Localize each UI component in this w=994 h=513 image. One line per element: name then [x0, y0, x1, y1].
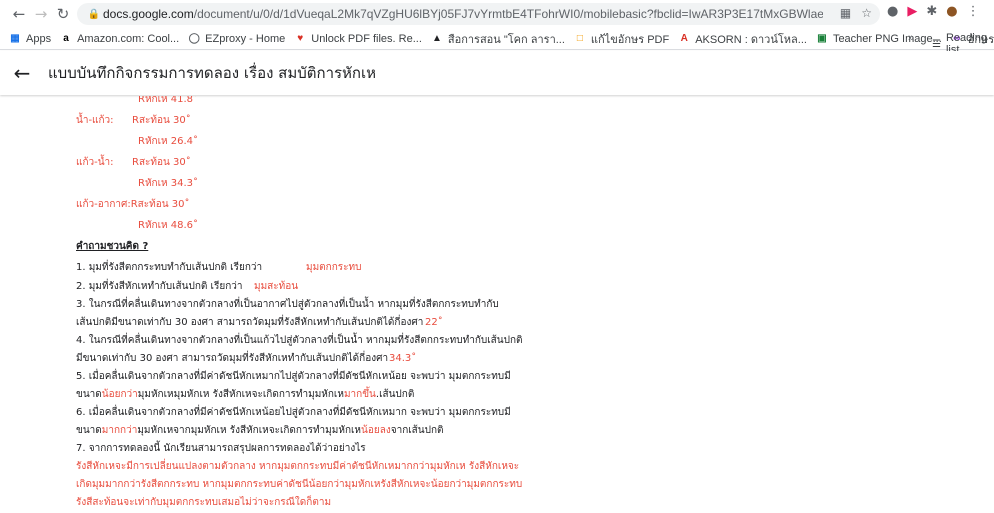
bookmark-amazon[interactable]: a Amazon.com: Cool... [60, 33, 179, 45]
puzzle-icon: ▲ [431, 33, 442, 44]
doc-line: Rสะท้อน 30˚ [132, 115, 191, 126]
answer-text: มุมตกกระทบ [306, 262, 362, 273]
bookmark-label: Apps [26, 32, 52, 45]
doc-line: แก้ว-น้ำ: [76, 157, 114, 168]
translate-icon[interactable]: ▦ [840, 6, 851, 20]
question-text: มุมหักเหมุมหักเห รังสีหักเหจะเกิดการทำมุ… [137, 389, 344, 400]
address-bar[interactable]: 🔒 docs.google.com/document/u/0/d/1dVueqa… [77, 3, 880, 25]
answer-text: มากขึ้น [343, 389, 376, 400]
aksorn-icon: A [680, 33, 688, 44]
doc-icon: □ [576, 33, 583, 44]
reading-list-icon: ☰ [932, 38, 941, 50]
url-host: docs.google.com [103, 7, 194, 21]
question-line: 1. มุมที่รังสีตกกระทบทำกับเส้นปกติ เรียก… [76, 262, 263, 273]
extensions-puzzle-icon[interactable]: ✱ [926, 4, 937, 19]
document-title: แบบบันทึกกิจกรรมการทดลอง เรื่อง สมบัติกา… [48, 64, 377, 82]
bookmark-unlock-pdf[interactable]: ♥ Unlock PDF files. Re... [294, 33, 422, 45]
bookmark-aksorn[interactable]: A AKSORN : ดาวน์โหล... [678, 30, 807, 48]
bookmark-edit-pdf[interactable]: □ แก้ไขอักษร PDF [574, 30, 669, 48]
separator-stars: ************************************ [220, 508, 400, 513]
answer-text: น้อยกว่า [101, 389, 138, 400]
extension-play-icon[interactable]: ▶ [907, 4, 917, 19]
bookmark-label: Amazon.com: Cool... [77, 32, 180, 45]
image-icon: ▣ [817, 33, 827, 44]
profile-avatar-icon[interactable]: ● [946, 4, 957, 19]
lock-icon[interactable]: 🔒 [85, 9, 103, 20]
answer-text: น้อยลง [361, 425, 391, 436]
question-text: ขนาด [76, 425, 102, 436]
doc-app-bar: ← แบบบันทึกกิจกรรมการทดลอง เรื่อง สมบัติ… [0, 51, 994, 95]
question-text: .เส้นปกติ [375, 389, 415, 400]
question-text: มุมหักเหจากมุมหักเห รังสีหักเหจะเกิดการท… [137, 425, 362, 436]
bookmarks-more-button[interactable]: » [908, 32, 914, 44]
section-heading: คำถามชวนคิด ? [76, 241, 149, 252]
doc-line: Rหักเห 34.3˚ [138, 178, 199, 189]
bookmark-label: Teacher PNG Image... [832, 32, 942, 45]
browser-toolbar: ← → ↻ 🔒 docs.google.com/document/u/0/d/1… [0, 0, 994, 28]
reload-icon[interactable]: ↻ [50, 1, 76, 27]
bookmark-label: EZproxy - Home [205, 32, 286, 45]
bookmark-teacher-png[interactable]: ▣ Teacher PNG Image... [816, 33, 942, 45]
bookmark-apps[interactable]: ▦ Apps [9, 33, 51, 45]
bookmark-label: แก้ไขอักษร PDF [590, 33, 670, 46]
apps-grid-icon: ▦ [10, 33, 20, 44]
doc-line: Rหักเห 48.6˚ [138, 220, 199, 231]
bookmark-teaching[interactable]: ▲ สือการสอน "โคก ลารา... [431, 30, 565, 48]
bookmark-label: AKSORN : ดาวน์โหล... [695, 33, 807, 46]
globe-icon: ◯ [188, 33, 200, 44]
doc-line: Rสะท้อน 30˚ [132, 157, 191, 168]
answer-text: มากกว่า [101, 425, 138, 436]
extension-icon[interactable]: ● [887, 4, 898, 19]
back-arrow-icon[interactable]: ← [4, 55, 40, 91]
doc-line: แก้ว-อากาศ:Rสะท้อน 30˚ [76, 199, 190, 210]
doc-line: Rหักเห 26.4˚ [138, 136, 199, 147]
bookmark-ezproxy[interactable]: ◯ EZproxy - Home [188, 32, 286, 45]
question-text: ขนาด [76, 389, 102, 400]
document-body: Rหักเห 41.8˚ น้ำ-แก้ว: Rสะท้อน 30˚ Rหักเ… [0, 96, 994, 513]
url-text[interactable]: docs.google.com/document/u/0/d/1dVueqaL2… [103, 7, 823, 21]
doc-line: Rหักเห 41.8˚ [138, 96, 199, 105]
doc-line: น้ำ-แก้ว: [76, 115, 114, 126]
url-path: /document/u/0/d/1dVueqaL2Mk7qVZgHU6lBYj0… [193, 7, 823, 21]
question-text: จากเส้นปกติ [390, 425, 444, 436]
menu-kebab-icon[interactable]: ⋮ [967, 4, 980, 19]
bookmark-label: สือการสอน "โคก ลารา... [447, 33, 565, 46]
bookmark-star-icon[interactable]: ☆ [861, 6, 872, 20]
bookmarks-bar: ▦ Apps a Amazon.com: Cool... ◯ EZproxy - Ho… [0, 28, 994, 56]
bookmark-label: Unlock PDF files. Re... [311, 32, 422, 45]
heart-icon: ♥ [297, 33, 304, 44]
amazon-icon: a [63, 33, 69, 44]
